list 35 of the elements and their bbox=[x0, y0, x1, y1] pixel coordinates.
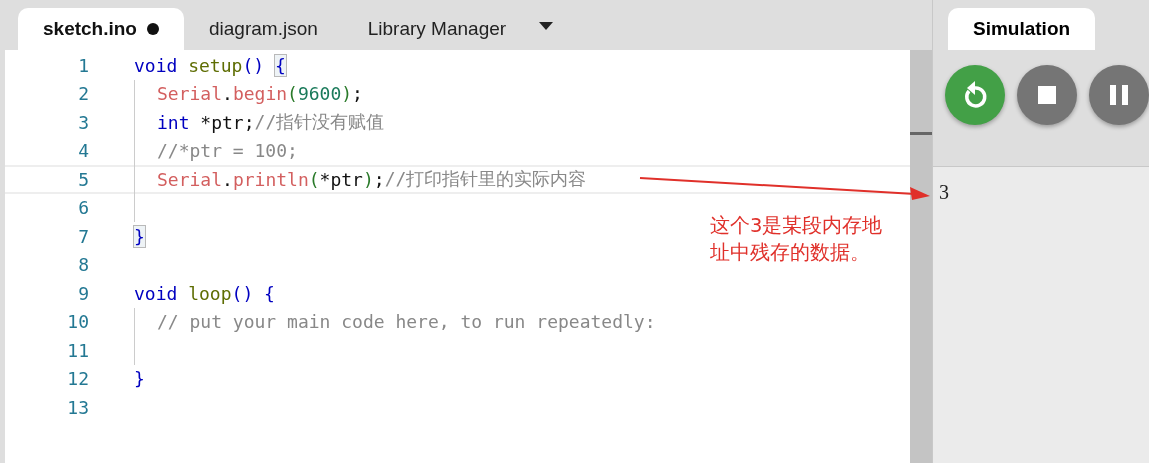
line-number: 2 bbox=[77, 83, 89, 105]
line-number: 12 bbox=[66, 368, 89, 390]
line-number: 9 bbox=[77, 282, 89, 304]
line-number: 4 bbox=[77, 140, 89, 162]
stop-icon bbox=[1038, 86, 1056, 104]
code-line: } bbox=[134, 367, 145, 392]
line-number: 13 bbox=[66, 396, 89, 418]
code-line: void setup() { bbox=[134, 53, 286, 78]
resize-handle[interactable] bbox=[910, 132, 932, 135]
editor-tab[interactable]: diagram.json bbox=[184, 8, 343, 50]
line-number: 10 bbox=[66, 311, 89, 333]
restart-button[interactable] bbox=[945, 65, 1005, 125]
code-line: void loop() { bbox=[134, 281, 275, 306]
code-line: // put your main code here, to run repeatedly: bbox=[157, 310, 656, 335]
simulation-tab[interactable]: Simulation bbox=[948, 8, 1096, 50]
serial-output: 3 bbox=[939, 181, 949, 203]
stop-button[interactable] bbox=[1017, 65, 1077, 125]
pause-icon bbox=[1110, 85, 1128, 105]
line-number: 11 bbox=[66, 339, 89, 361]
line-number: 3 bbox=[77, 111, 89, 133]
line-number: 1 bbox=[77, 54, 89, 76]
line-number: 7 bbox=[77, 225, 89, 247]
annotation-text: 这个3是某段内存地址中残存的数据。 bbox=[710, 213, 884, 266]
line-number: 6 bbox=[77, 197, 89, 219]
line-number: 5 bbox=[77, 168, 89, 190]
code-line: //*ptr = 100; bbox=[157, 139, 298, 164]
code-line: Serial.println(*ptr);//打印指针里的实际内容 bbox=[157, 167, 587, 192]
code-line: Serial.begin(9600); bbox=[157, 82, 363, 107]
pause-button[interactable] bbox=[1089, 65, 1149, 125]
line-number: 8 bbox=[77, 254, 89, 276]
code-line: int *ptr;//指针没有赋值 bbox=[157, 110, 385, 135]
scrollbar[interactable] bbox=[910, 50, 932, 463]
editor-tab[interactable]: Library Manager bbox=[342, 8, 532, 50]
editor-tab[interactable]: sketch.ino bbox=[18, 8, 184, 50]
dropdown-caret-icon[interactable] bbox=[539, 22, 554, 30]
